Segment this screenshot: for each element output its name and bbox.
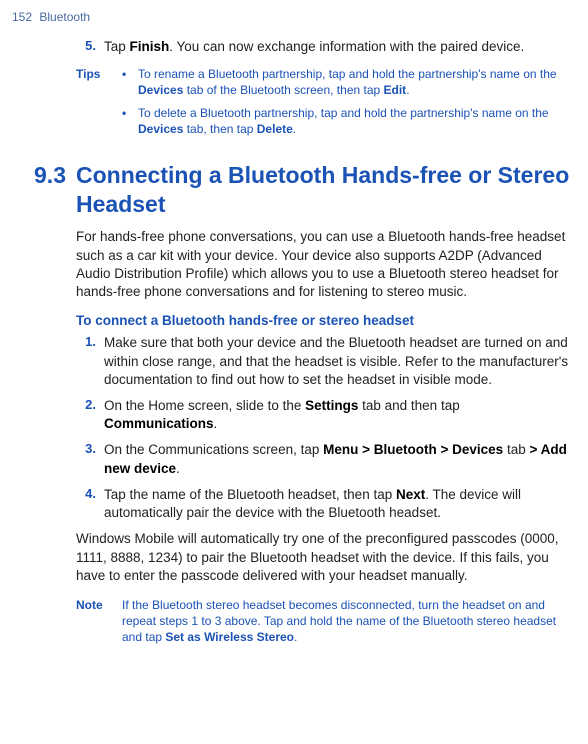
item-5-block: 5. Tap Finish. You can now exchange info… <box>76 38 574 143</box>
bold-run: Finish <box>130 39 170 54</box>
bold-run: Set as Wireless Stereo <box>165 630 294 644</box>
page-header: 152 Bluetooth <box>12 10 576 24</box>
step-text: On the Communications screen, tap Menu >… <box>104 441 574 477</box>
bold-run: > <box>529 442 540 457</box>
step-number: 2. <box>76 397 104 433</box>
bold-run: Settings <box>305 398 358 413</box>
tips-body: • To rename a Bluetooth partnership, tap… <box>122 66 574 143</box>
text-run: . <box>176 461 180 476</box>
closing-paragraph: Windows Mobile will automatically try on… <box>76 530 574 585</box>
bold-run: Devices <box>138 83 183 97</box>
bold-run: Devices <box>138 122 183 136</box>
list-item: 1. Make sure that both your device and t… <box>76 334 574 389</box>
text-run: On the Home screen, slide to the <box>104 398 305 413</box>
text-run: Tap the name of the Bluetooth headset, t… <box>104 487 396 502</box>
note-label: Note <box>76 597 122 646</box>
bold-run: Communications <box>104 416 214 431</box>
step-number: 5. <box>76 38 104 56</box>
text-run: . <box>293 122 296 136</box>
text-run: To rename a Bluetooth partnership, tap a… <box>138 67 557 81</box>
step-number: 4. <box>76 486 104 522</box>
bold-run: Next <box>396 487 425 502</box>
step-number: 3. <box>76 441 104 477</box>
page-number: 152 <box>12 10 32 24</box>
section-number: 9.3 <box>12 161 76 219</box>
text-run: To delete a Bluetooth partnership, tap a… <box>138 106 549 120</box>
section-title: Connecting a Bluetooth Hands-free or Ste… <box>76 161 576 219</box>
section-body: For hands-free phone conversations, you … <box>76 228 574 645</box>
text-run: . <box>214 416 218 431</box>
tip-item: • To delete a Bluetooth partnership, tap… <box>122 105 574 137</box>
tips-label: Tips <box>76 66 122 143</box>
bold-run: Edit <box>384 83 407 97</box>
list-item: 3. On the Communications screen, tap Men… <box>76 441 574 477</box>
bold-run: Menu <box>323 442 358 457</box>
tip-text: To delete a Bluetooth partnership, tap a… <box>138 105 574 137</box>
bold-run: Devices <box>452 442 503 457</box>
bullet-icon: • <box>122 105 138 137</box>
bold-run: Delete <box>257 122 293 136</box>
text-run: On the Communications screen, tap <box>104 442 323 457</box>
note-text: If the Bluetooth stereo headset becomes … <box>122 597 574 646</box>
text-run: . <box>406 83 409 97</box>
list-item: 5. Tap Finish. You can now exchange info… <box>76 38 574 56</box>
text-run: tab of the Bluetooth screen, then tap <box>183 83 383 97</box>
page-container: 152 Bluetooth 5. Tap Finish. You can now… <box>0 0 588 656</box>
bold-run: > <box>358 442 373 457</box>
page-header-title: Bluetooth <box>39 10 90 24</box>
note-block: Note If the Bluetooth stereo headset bec… <box>76 597 574 646</box>
step-text: Make sure that both your device and the … <box>104 334 574 389</box>
list-item: 2. On the Home screen, slide to the Sett… <box>76 397 574 433</box>
text-run: tab <box>503 442 529 457</box>
subheading: To connect a Bluetooth hands-free or ste… <box>76 313 574 328</box>
text-run: Tap <box>104 39 130 54</box>
text-run: . You can now exchange information with … <box>169 39 524 54</box>
step-text: Tap the name of the Bluetooth headset, t… <box>104 486 574 522</box>
intro-paragraph: For hands-free phone conversations, you … <box>76 228 574 301</box>
tips-block: Tips • To rename a Bluetooth partnership… <box>76 66 574 143</box>
bold-run: Bluetooth <box>374 442 437 457</box>
bullet-icon: • <box>122 66 138 98</box>
list-item: 4. Tap the name of the Bluetooth headset… <box>76 486 574 522</box>
tip-item: • To rename a Bluetooth partnership, tap… <box>122 66 574 98</box>
text-run: tab and then tap <box>358 398 459 413</box>
text-run: . <box>294 630 297 644</box>
bold-run: > <box>437 442 452 457</box>
step-text: Tap Finish. You can now exchange informa… <box>104 38 574 56</box>
step-number: 1. <box>76 334 104 389</box>
text-run: tab, then tap <box>183 122 256 136</box>
tip-text: To rename a Bluetooth partnership, tap a… <box>138 66 574 98</box>
step-text: On the Home screen, slide to the Setting… <box>104 397 574 433</box>
section-heading: 9.3 Connecting a Bluetooth Hands-free or… <box>12 161 576 219</box>
